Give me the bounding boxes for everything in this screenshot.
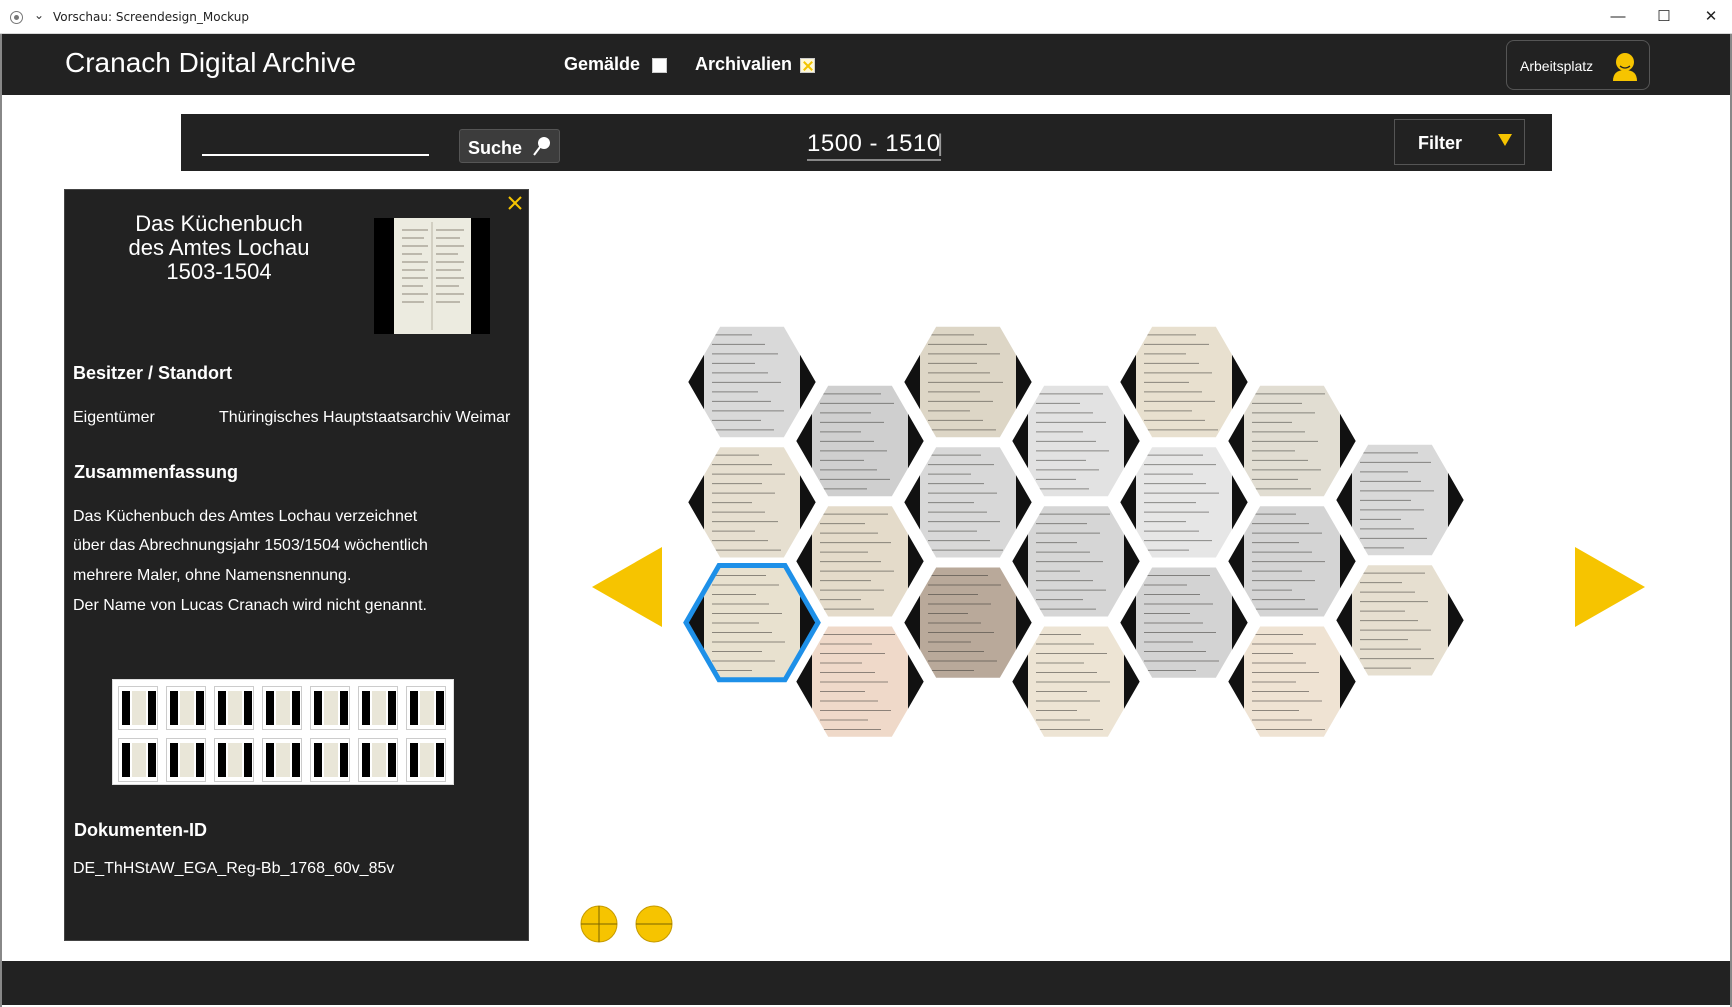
document-gallery [683, 322, 1469, 741]
summary-line: Der Name von Lucas Cranach wird nicht ge… [73, 597, 427, 614]
owner-key: Eigentümer [73, 409, 155, 426]
document-tile[interactable] [791, 381, 929, 501]
handwriting-lines [402, 222, 464, 330]
app-footer [2, 961, 1730, 1005]
app-icon [10, 11, 23, 24]
document-tile[interactable] [1115, 322, 1253, 442]
document-tile[interactable] [791, 502, 929, 621]
magnifier-icon [533, 137, 550, 156]
page-thumbnail[interactable] [262, 686, 302, 730]
page-thumbnail[interactable] [214, 686, 254, 730]
close-icon[interactable] [504, 192, 526, 214]
document-tile[interactable] [683, 443, 821, 562]
page-thumbnail[interactable] [358, 738, 398, 782]
checkbox-archivalien[interactable] [800, 58, 815, 73]
page-thumbnail[interactable] [310, 686, 350, 730]
document-tile[interactable] [683, 322, 821, 442]
document-title-line: Das Küchenbuch [135, 211, 303, 236]
page-thumbnail[interactable] [262, 738, 302, 782]
workspace-button[interactable]: Arbeitsplatz [1506, 40, 1650, 90]
zoom-in-icon[interactable] [580, 905, 618, 943]
document-tile[interactable] [899, 563, 1037, 682]
document-thumbnail[interactable] [374, 218, 490, 334]
document-tile[interactable] [1331, 561, 1469, 680]
toggle-label-archivalien[interactable]: Archivalien [695, 54, 792, 75]
document-tile[interactable] [899, 443, 1037, 562]
summary-line: über das Abrechnungsjahr 1503/1504 wöche… [73, 537, 428, 554]
window-title: Vorschau: Screendesign_Mockup [53, 10, 249, 24]
filter-dropdown[interactable]: Filter [1394, 119, 1525, 165]
search-button[interactable]: Suche [459, 129, 560, 163]
document-title-line: 1503-1504 [166, 259, 272, 284]
maximize-icon[interactable]: ☐ [1650, 6, 1678, 28]
document-tile[interactable] [1223, 381, 1361, 501]
document-tile[interactable] [791, 622, 929, 741]
page-thumbnail-strip [112, 679, 454, 785]
window-border-left [0, 34, 2, 1007]
section-owner-heading: Besitzer / Standort [73, 363, 233, 383]
page-thumbnail[interactable] [166, 738, 206, 782]
checkbox-gemaelde[interactable] [652, 58, 667, 73]
document-tile[interactable] [899, 322, 1037, 442]
document-tile[interactable] [1223, 502, 1361, 621]
chevron-down-icon[interactable]: ⌄ [34, 8, 44, 22]
summary-line: mehrere Maler, ohne Namensnennung. [73, 567, 352, 584]
document-tile[interactable] [683, 563, 821, 683]
document-title: Das Küchenbuch des Amtes Lochau 1503-150… [95, 212, 343, 284]
detail-panel: Das Küchenbuch des Amtes Lochau 1503-150… [64, 189, 529, 941]
workspace-label: Arbeitsplatz [1520, 58, 1594, 74]
arrow-left-icon[interactable] [592, 547, 662, 627]
search-bar: Suche 1500 - 1510 | Filter [181, 114, 1552, 171]
window-titlebar: ⌄ Vorschau: Screendesign_Mockup — ☐ ✕ [0, 0, 1732, 34]
page-thumbnail[interactable] [406, 738, 446, 782]
brand-title: Cranach Digital Archive [65, 47, 357, 78]
page-thumbnail[interactable] [118, 686, 158, 730]
toggle-label-gemaelde[interactable]: Gemälde [564, 54, 640, 75]
section-docid-heading: Dokumenten-ID [74, 820, 208, 840]
minimize-icon[interactable]: — [1604, 6, 1632, 28]
page-thumbnail[interactable] [118, 738, 158, 782]
app-header: Cranach Digital Archive Gemälde Archival… [2, 34, 1730, 95]
page-thumbnail[interactable] [310, 738, 350, 782]
document-tile[interactable] [1007, 502, 1145, 621]
search-button-label: Suche [468, 138, 523, 158]
section-summary-heading: Zusammenfassung [74, 462, 239, 482]
document-tile[interactable] [1115, 443, 1253, 562]
document-tile[interactable] [1331, 440, 1469, 560]
page-thumbnail[interactable] [406, 686, 446, 730]
search-input[interactable] [202, 128, 429, 156]
summary-line: Das Küchenbuch des Amtes Lochau verzeich… [73, 508, 418, 525]
owner-value: Thüringisches Hauptstaatsarchiv Weimar [219, 409, 511, 426]
close-icon[interactable]: ✕ [1697, 6, 1725, 28]
text-cursor-icon: | [937, 130, 944, 157]
document-tile[interactable] [1007, 622, 1145, 741]
manuscript-page [394, 218, 471, 334]
document-id: DE_ThHStAW_EGA_Reg-Bb_1768_60v_85v [73, 860, 395, 877]
page-thumbnail[interactable] [214, 738, 254, 782]
document-tile[interactable] [1115, 563, 1253, 682]
document-tile[interactable] [1007, 381, 1145, 501]
arrow-right-icon[interactable] [1575, 547, 1645, 627]
page-thumbnail[interactable] [358, 686, 398, 730]
triangle-down-icon [1498, 134, 1512, 146]
zoom-out-icon[interactable] [635, 905, 673, 943]
date-range[interactable]: 1500 - 1510 [807, 130, 941, 161]
document-tile[interactable] [1223, 622, 1361, 741]
page-thumbnail[interactable] [166, 686, 206, 730]
user-avatar-icon [1613, 53, 1637, 81]
filter-label: Filter [1418, 133, 1463, 153]
document-title-line: des Amtes Lochau [128, 235, 310, 260]
